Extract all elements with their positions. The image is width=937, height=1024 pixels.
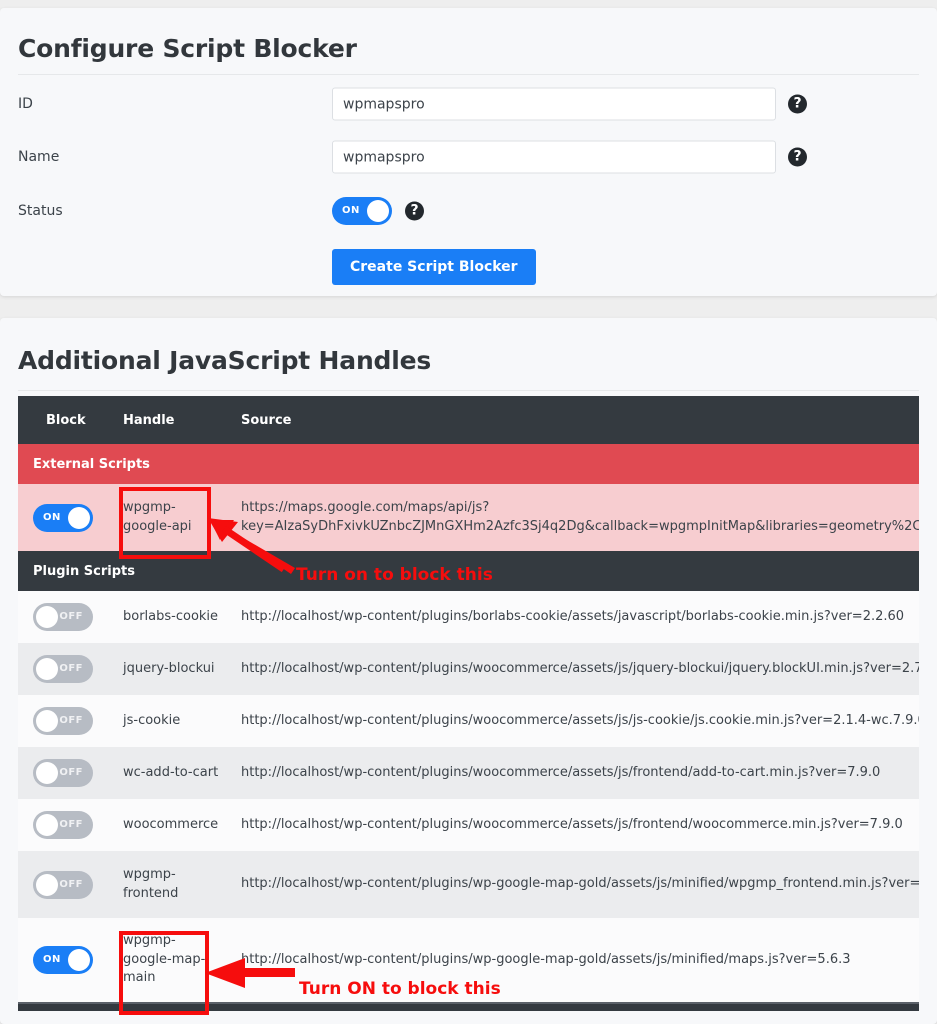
cell-handle: wpgmp- google-api — [123, 499, 192, 534]
table-footer-row — [18, 1002, 919, 1011]
block-toggle-label: OFF — [59, 767, 83, 778]
cell-block: OFF — [18, 759, 123, 787]
cell-block: ON — [18, 503, 123, 532]
block-toggle-label: OFF — [59, 663, 83, 674]
toggle-knob — [36, 814, 58, 836]
cell-handle: woocommerce — [123, 816, 219, 832]
cell-handle: wc-add-to-cart — [123, 764, 219, 780]
help-icon-id[interactable]: ? — [788, 94, 807, 114]
table-row: OFF js-cookie http://localhost/wp-content/… — [18, 695, 919, 747]
block-toggle[interactable]: OFF — [33, 759, 93, 787]
id-field-label: ID — [18, 96, 33, 112]
toggle-knob — [68, 949, 90, 971]
create-script-blocker-button[interactable]: Create Script Blocker — [332, 249, 536, 285]
block-toggle[interactable]: ON — [33, 503, 93, 532]
table-row: OFF jquery-blockui http://localhost/wp-con… — [18, 643, 919, 695]
table-row: OFF wc-add-to-cart http://localhost/wp-con… — [18, 747, 919, 799]
column-header-source: Source — [241, 412, 292, 428]
block-toggle[interactable]: OFF — [33, 655, 93, 683]
table-section-header: External Scripts — [18, 444, 919, 484]
additional-javascript-handles-card: Additional JavaScript Handles Block Hand… — [0, 318, 937, 1024]
name-input[interactable] — [332, 140, 776, 174]
help-icon-name[interactable]: ? — [788, 147, 807, 167]
table-row: OFF wpgmp- frontend http://localhost/wp-co… — [18, 851, 919, 918]
table-header-row: Block Handle Source — [18, 396, 919, 444]
toggle-knob — [36, 658, 58, 680]
form-row-status: Status ON ? — [0, 185, 937, 237]
name-field-label: Name — [18, 149, 60, 165]
status-toggle-label: ON — [342, 205, 360, 216]
cell-handle: wpgmp- frontend — [123, 866, 179, 901]
cell-block: OFF — [18, 603, 123, 631]
status-field-label: Status — [18, 203, 63, 219]
column-header-block: Block — [46, 412, 86, 428]
page-top-strip — [0, 0, 937, 8]
page-title: Configure Script Blocker — [18, 34, 357, 63]
title-divider — [18, 74, 919, 75]
block-toggle-label: OFF — [59, 819, 83, 830]
cell-handle: wpgmp- google-map- main — [123, 932, 206, 986]
cell-source: http://localhost/wp-content/plugins/wooc… — [241, 764, 881, 780]
cell-handle: borlabs-cookie — [123, 608, 219, 624]
cell-block: ON — [18, 946, 123, 974]
cell-source: http://localhost/wp-content/plugins/wooc… — [241, 660, 919, 676]
help-icon-status[interactable]: ? — [405, 201, 424, 221]
table-row: OFF borlabs-cookie http://localhost/wp-con… — [18, 591, 919, 643]
block-toggle[interactable]: ON — [33, 946, 93, 974]
cell-source: http://localhost/wp-content/plugins/wooc… — [241, 712, 919, 728]
cell-source: http://localhost/wp-content/plugins/wp-g… — [241, 876, 919, 892]
handles-section-title: Additional JavaScript Handles — [18, 346, 432, 375]
table-row: ON wpgmp- google-api https://maps.google.c… — [18, 484, 919, 551]
cell-handle: js-cookie — [123, 712, 181, 728]
toggle-knob — [36, 762, 58, 784]
cell-source: http://localhost/wp-content/plugins/wooc… — [241, 816, 903, 832]
block-toggle[interactable]: OFF — [33, 811, 93, 839]
cell-handle: jquery-blockui — [123, 660, 215, 676]
column-header-handle: Handle — [123, 412, 175, 428]
cell-block: OFF — [18, 870, 123, 899]
block-toggle-label: OFF — [59, 878, 83, 890]
cell-block: OFF — [18, 707, 123, 735]
toggle-knob — [36, 606, 58, 628]
block-toggle-label: OFF — [59, 611, 83, 622]
configure-script-blocker-card: Configure Script Blocker ID ? Name ? Sta… — [0, 8, 937, 296]
table-body: External Scripts ON wpgmp- google-api https… — [18, 444, 919, 1002]
block-toggle[interactable]: OFF — [33, 603, 93, 631]
block-toggle-label: OFF — [59, 715, 83, 726]
cell-source: http://localhost/wp-content/plugins/wp-g… — [241, 951, 851, 967]
page-root: Configure Script Blocker ID ? Name ? Sta… — [0, 0, 937, 1024]
status-toggle-wrapper: ON — [332, 197, 392, 225]
cell-block: OFF — [18, 811, 123, 839]
status-toggle[interactable]: ON — [332, 197, 392, 225]
form-row-id: ID ? — [0, 78, 937, 130]
block-toggle-label: ON — [43, 954, 61, 965]
cell-block: OFF — [18, 655, 123, 683]
cell-source: http://localhost/wp-content/plugins/borl… — [241, 608, 905, 624]
handles-table: Block Handle Source External Scripts ON wp… — [18, 396, 919, 1011]
table-row: ON wpgmp- google-map- main http://localhos… — [18, 918, 919, 1002]
block-toggle[interactable]: OFF — [33, 707, 93, 735]
table-section-header: Plugin Scripts — [18, 551, 919, 591]
handles-title-divider — [18, 390, 919, 391]
table-row: OFF woocommerce http://localhost/wp-conten… — [18, 799, 919, 851]
block-toggle-label: ON — [43, 511, 61, 523]
toggle-knob — [36, 710, 58, 732]
block-toggle[interactable]: OFF — [33, 870, 93, 899]
toggle-knob — [68, 506, 90, 529]
toggle-knob — [36, 873, 58, 896]
form-row-name: Name ? — [0, 131, 937, 183]
id-input[interactable] — [332, 87, 776, 121]
toggle-knob — [367, 200, 389, 222]
cell-source: https://maps.google.com/maps/api/js? key… — [241, 499, 919, 534]
